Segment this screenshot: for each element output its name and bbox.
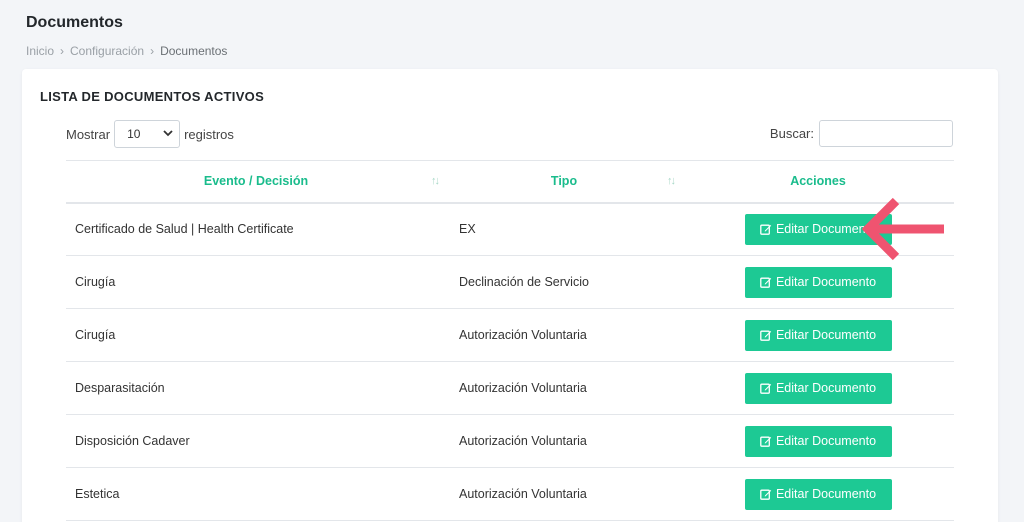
chevron-right-icon: › [60, 44, 65, 58]
table-row: Disposición Cadaver Autorización Volunta… [66, 414, 954, 468]
page-title: Documentos [26, 14, 123, 31]
edit-icon [760, 383, 772, 394]
column-header-label: Evento / Decisión [203, 174, 309, 189]
edit-icon [760, 330, 772, 341]
edit-document-button[interactable]: Editar Documento [744, 425, 892, 457]
breadcrumb-item-documentos: Documentos [160, 44, 228, 58]
cell-actions: Editar Documento [682, 255, 954, 309]
documents-table: Evento / Decisión ↑↓ Tipo ↑↓ Acciones Ce… [66, 160, 954, 521]
page-length-control: Mostrar 10 registros [66, 120, 234, 148]
edit-icon [760, 277, 772, 288]
search-label: Buscar: [769, 126, 814, 141]
breadcrumb-item-inicio[interactable]: Inicio [26, 44, 54, 58]
cell-event: Estetica [66, 467, 446, 521]
column-header-evento[interactable]: Evento / Decisión ↑↓ [66, 160, 446, 204]
show-label: Mostrar [66, 126, 111, 142]
cell-actions: Editar Documento [682, 308, 954, 362]
table-row: Estetica Autorización Voluntaria Editar … [66, 467, 954, 521]
edit-document-button[interactable]: Editar Documento [744, 478, 892, 510]
table-row: Certificado de Salud | Health Certificat… [66, 202, 954, 256]
page-length-select[interactable]: 10 [114, 120, 181, 148]
edit-icon [760, 224, 772, 236]
cell-event: Desparasitación [66, 361, 446, 415]
table-row: Cirugía Autorización Voluntaria Editar D… [66, 308, 954, 362]
edit-icon [760, 436, 772, 447]
sort-icon: ↑↓ [667, 175, 676, 187]
cell-actions: Editar Documento [682, 467, 954, 521]
cell-type: Autorización Voluntaria [446, 467, 682, 521]
cell-type: EX [446, 202, 682, 256]
annotation-arrow-icon [862, 197, 944, 261]
table-row: Cirugía Declinación de Servicio Editar D… [66, 255, 954, 309]
column-header-label: Acciones [790, 174, 846, 189]
cell-type: Autorización Voluntaria [446, 414, 682, 468]
chevron-right-icon: › [150, 44, 155, 58]
breadcrumb-item-configuracion[interactable]: Configuración [70, 44, 144, 58]
cell-event: Certificado de Salud | Health Certificat… [66, 202, 446, 256]
page-length-value: 10 [127, 127, 141, 141]
edit-document-label: Editar Documento [775, 434, 877, 448]
edit-document-label: Editar Documento [775, 328, 877, 342]
column-header-label: Tipo [550, 174, 578, 189]
search-control: Buscar: [770, 120, 953, 147]
edit-document-button[interactable]: Editar Documento [744, 319, 892, 351]
cell-actions: Editar Documento [682, 414, 954, 468]
cell-event: Disposición Cadaver [66, 414, 446, 468]
column-header-tipo[interactable]: Tipo ↑↓ [446, 160, 682, 204]
sort-icon: ↑↓ [431, 175, 440, 187]
records-label: registros [184, 126, 234, 142]
edit-document-label: Editar Documento [775, 275, 877, 289]
edit-document-label: Editar Documento [775, 381, 877, 395]
cell-type: Autorización Voluntaria [446, 361, 682, 415]
table-row: Desparasitación Autorización Voluntaria … [66, 361, 954, 415]
search-input[interactable] [819, 120, 953, 147]
cell-event: Cirugía [66, 308, 446, 362]
documents-card: LISTA DE DOCUMENTOS ACTIVOS Mostrar 10 r… [22, 69, 998, 522]
card-title: LISTA DE DOCUMENTOS ACTIVOS [40, 89, 265, 104]
edit-document-button[interactable]: Editar Documento [744, 266, 892, 298]
cell-event: Cirugía [66, 255, 446, 309]
cell-type: Autorización Voluntaria [446, 308, 682, 362]
breadcrumb: Inicio › Configuración › Documentos [26, 44, 227, 58]
edit-document-label: Editar Documento [775, 487, 877, 501]
edit-document-button[interactable]: Editar Documento [744, 372, 892, 404]
cell-type: Declinación de Servicio [446, 255, 682, 309]
cell-actions: Editar Documento [682, 361, 954, 415]
chevron-down-icon [163, 129, 173, 140]
edit-icon [760, 489, 772, 500]
